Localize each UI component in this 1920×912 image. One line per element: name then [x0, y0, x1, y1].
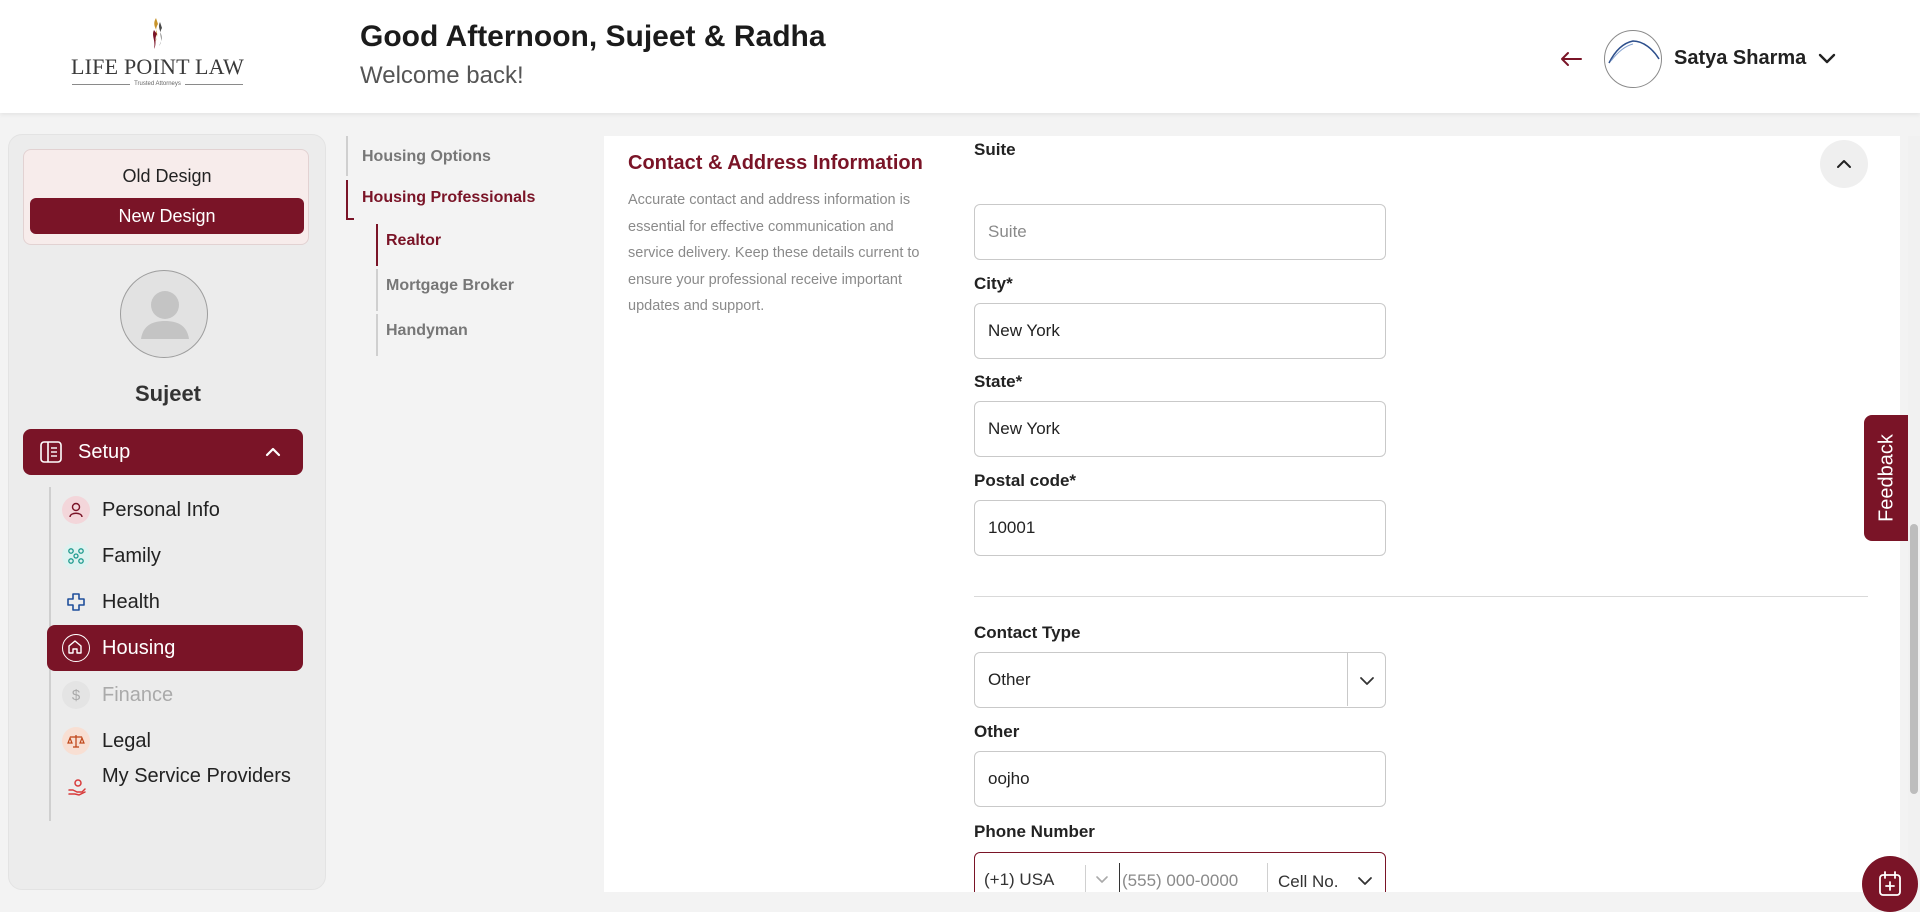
sidebar-item-label: Housing — [102, 637, 176, 659]
greeting-subtitle: Welcome back! — [360, 62, 524, 89]
svg-text:$: $ — [72, 687, 81, 704]
section-divider — [974, 596, 1868, 597]
state-input[interactable] — [974, 401, 1386, 457]
page-scrollbar[interactable] — [1908, 136, 1920, 892]
calendar-fab-button[interactable] — [1862, 856, 1918, 912]
sidebar-item-legal[interactable]: Legal — [47, 718, 303, 764]
feedback-label: Feedback — [1875, 434, 1898, 522]
suite-label: Suite — [974, 140, 1016, 159]
setup-book-icon — [40, 441, 62, 463]
top-header: LIFE POINT LAW Trusted Attorneys Good Af… — [0, 0, 1920, 113]
sidebar-item-health[interactable]: Health — [47, 579, 303, 625]
sidebar: Old Design New Design Sujeet Setup Perso… — [8, 134, 326, 890]
setup-menu-toggle[interactable]: Setup — [23, 429, 303, 475]
health-cross-icon — [62, 588, 90, 616]
family-icon — [62, 542, 90, 570]
collapse-section-button[interactable] — [1820, 140, 1868, 188]
sidebar-item-label: My Service Providers — [102, 765, 291, 787]
sidebar-item-housing[interactable]: Housing — [47, 625, 303, 671]
chevron-down-icon[interactable] — [1816, 48, 1838, 70]
logo-tagline: Trusted Attorneys — [130, 81, 185, 87]
subnav-housing-options[interactable]: Housing Options — [362, 148, 491, 166]
sidebar-item-label: Personal Info — [102, 499, 220, 521]
phone-number-input[interactable] — [1119, 863, 1267, 892]
greeting-title: Good Afternoon, Sujeet & Radha — [360, 20, 826, 53]
phone-country-select[interactable]: (+1) USA — [984, 870, 1054, 890]
avatar-image — [1608, 40, 1660, 64]
other-label: Other — [974, 722, 1020, 741]
postal-code-label: Postal code* — [974, 471, 1077, 490]
profile-avatar[interactable] — [120, 270, 208, 358]
other-input[interactable] — [974, 751, 1386, 807]
section-title: Contact & Address Information — [628, 152, 923, 174]
phone-type-select[interactable]: Cell No. — [1278, 872, 1338, 892]
chevron-down-icon — [1360, 677, 1374, 685]
subnav-housing-professionals[interactable]: Housing Professionals — [362, 189, 535, 207]
section-description: Accurate contact and address information… — [628, 192, 920, 314]
phone-number-label: Phone Number — [974, 822, 1095, 841]
user-name[interactable]: Satya Sharma — [1674, 47, 1806, 70]
logo-flame-icon — [153, 18, 162, 49]
old-design-button[interactable]: Old Design — [24, 166, 310, 187]
company-logo[interactable]: LIFE POINT LAW Trusted Attorneys — [70, 14, 245, 94]
new-design-button[interactable]: New Design — [30, 198, 304, 234]
scales-icon — [62, 727, 90, 755]
sidebar-item-my-service-providers[interactable]: My Service Providers — [47, 764, 303, 830]
sidebar-item-label: Legal — [102, 730, 151, 752]
contact-address-card: Contact & Address Information Accurate c… — [604, 136, 1900, 892]
chevron-down-icon[interactable] — [1093, 870, 1111, 888]
dollar-icon: $ — [62, 681, 90, 709]
city-label: City* — [974, 274, 1013, 293]
contact-type-label: Contact Type — [974, 623, 1081, 642]
service-hand-icon — [62, 773, 90, 801]
setup-label: Setup — [78, 441, 131, 463]
contact-type-select[interactable]: Other — [974, 652, 1386, 708]
sidebar-item-finance[interactable]: $ Finance — [47, 672, 303, 718]
state-label: State* — [974, 372, 1023, 391]
person-icon — [62, 496, 90, 524]
default-avatar-icon — [141, 291, 189, 339]
phone-number-field: (+1) USA Cell No. — [974, 852, 1386, 892]
suite-input[interactable] — [974, 204, 1386, 260]
scrollbar-thumb[interactable] — [1910, 524, 1918, 794]
sidebar-item-family[interactable]: Family — [47, 533, 303, 579]
sidebar-item-personal-info[interactable]: Personal Info — [47, 487, 303, 533]
calendar-add-icon — [1879, 871, 1901, 896]
postal-code-input[interactable] — [974, 500, 1386, 556]
logo-text: LIFE POINT LAW — [71, 54, 244, 79]
chevron-up-icon — [1837, 160, 1851, 168]
feedback-tab[interactable]: Feedback — [1864, 415, 1910, 541]
subnav-handyman[interactable]: Handyman — [386, 322, 468, 340]
house-icon — [62, 634, 90, 662]
user-avatar[interactable] — [1604, 30, 1662, 88]
sidebar-item-label: Family — [102, 545, 161, 567]
subnav-mortgage-broker[interactable]: Mortgage Broker — [386, 277, 514, 295]
contact-type-value: Other — [988, 670, 1031, 689]
design-toggle: Old Design New Design — [23, 149, 309, 245]
sidebar-item-label: Health — [102, 591, 160, 613]
subnav-realtor[interactable]: Realtor — [386, 232, 441, 250]
chevron-down-icon[interactable] — [1355, 870, 1375, 890]
chevron-up-icon — [265, 447, 281, 457]
profile-name: Sujeet — [134, 381, 202, 406]
back-arrow-icon[interactable] — [1556, 44, 1586, 74]
sidebar-item-label: Finance — [102, 684, 174, 706]
city-input[interactable] — [974, 303, 1386, 359]
